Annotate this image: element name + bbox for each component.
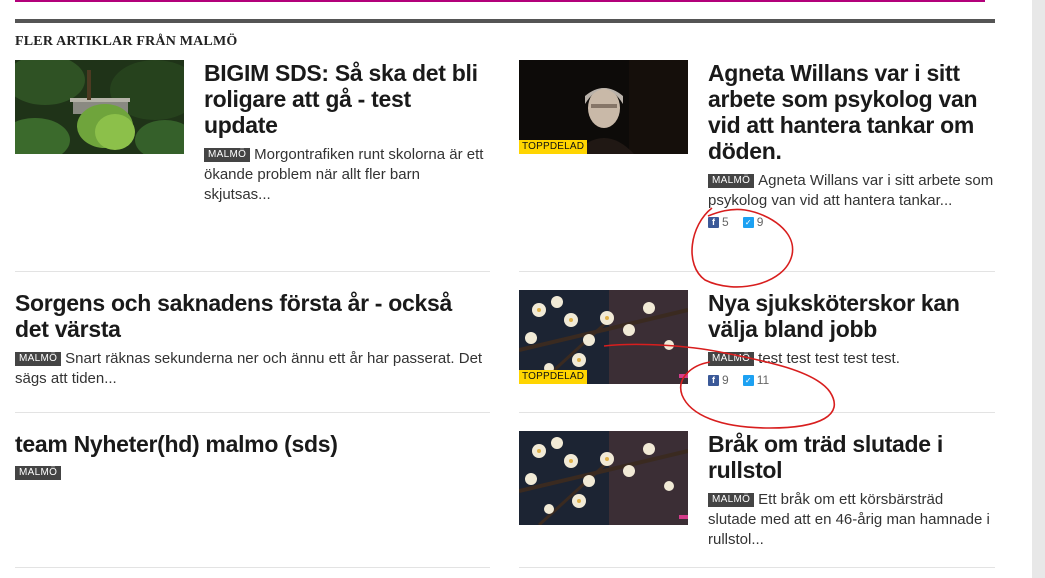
article-card[interactable]: Bråk om träd slutade i rullstol MALMÖ Ett… [519,431,995,556]
twitter-share[interactable]: ✓ 11 [742,373,770,387]
category-tag[interactable]: MALMÖ [708,174,755,188]
toppdelad-badge: TOPPDELAD [519,140,588,154]
divider [519,412,995,413]
category-tag[interactable]: MALMÖ [15,352,62,366]
facebook-icon: f [708,374,719,386]
toppdelad-badge: TOPPDELAD [519,370,588,384]
teaser-text: test test test test test. [758,350,900,367]
article-headline[interactable]: Sorgens och saknadens första år - också … [15,290,490,342]
top-accent-line [15,0,985,2]
article-headline[interactable]: team Nyheter(hd) malmo (sds) [15,431,490,457]
category-tag[interactable]: MALMÖ [708,352,755,366]
facebook-share[interactable]: f9 [708,373,729,387]
section-rule [15,19,995,23]
article-teaser: MALMÖ Agneta Willans var i sitt arbete so… [708,171,995,211]
share-counts: f5 ✓ 9 [708,215,995,229]
twitter-icon: ✓ [742,216,754,228]
share-counts: f9 ✓ 11 [708,373,995,387]
category-tag[interactable]: MALMÖ [204,148,251,162]
article-headline[interactable]: Agneta Willans var i sitt arbete som psy… [708,60,995,164]
article-teaser: MALMÖ Ett bråk om ett körsbärsträd slutad… [708,490,995,550]
article-teaser: MALMÖ [15,463,490,483]
article-image[interactable] [519,431,688,525]
divider [15,567,490,568]
facebook-share[interactable]: f5 [708,215,729,229]
article-image[interactable]: TOPPDELAD [519,290,688,384]
divider [519,567,995,568]
article-card[interactable]: team Nyheter(hd) malmo (sds) MALMÖ [15,431,490,551]
article-image[interactable] [15,60,184,154]
divider [15,412,490,413]
twitter-icon: ✓ [742,374,754,386]
twitter-count: 11 [756,373,770,387]
scrollbar[interactable] [1032,0,1045,578]
twitter-count: 9 [756,215,764,229]
article-teaser: MALMÖ test test test test test. [708,349,995,369]
article-headline[interactable]: Bråk om träd slutade i rullstol [708,431,995,483]
article-headline[interactable]: Nya sjuksköterskor kan välja bland jobb [708,290,995,342]
article-card[interactable]: TOPPDELAD Agneta Willans var i sitt arbe… [519,60,995,260]
garden-image [15,60,184,154]
twitter-share[interactable]: ✓ 9 [742,215,764,229]
category-tag[interactable]: MALMÖ [15,466,62,480]
facebook-icon: f [708,216,719,228]
blossom-image [519,431,688,525]
article-card[interactable]: BIGIM SDS: Så ska det bli roligare att g… [15,60,490,260]
article-card[interactable]: TOPPDELAD Nya sjuksköterskor kan välja b… [519,290,995,400]
category-tag[interactable]: MALMÖ [708,493,755,507]
facebook-count: 5 [722,215,729,229]
article-image[interactable]: TOPPDELAD [519,60,688,154]
article-headline[interactable]: BIGIM SDS: Så ska det bli roligare att g… [204,60,490,138]
teaser-text: Snart räknas sekunderna ner och ännu ett… [15,350,483,387]
divider [519,271,995,272]
article-card[interactable]: Sorgens och saknadens första år - också … [15,290,490,400]
divider [15,271,490,272]
article-teaser: MALMÖ Snart räknas sekunderna ner och änn… [15,349,490,389]
article-teaser: MALMÖ Morgontrafiken runt skolorna är ett… [204,145,490,205]
section-title: FLER ARTIKLAR FRÅN MALMÖ [15,34,238,49]
facebook-count: 9 [722,373,729,387]
